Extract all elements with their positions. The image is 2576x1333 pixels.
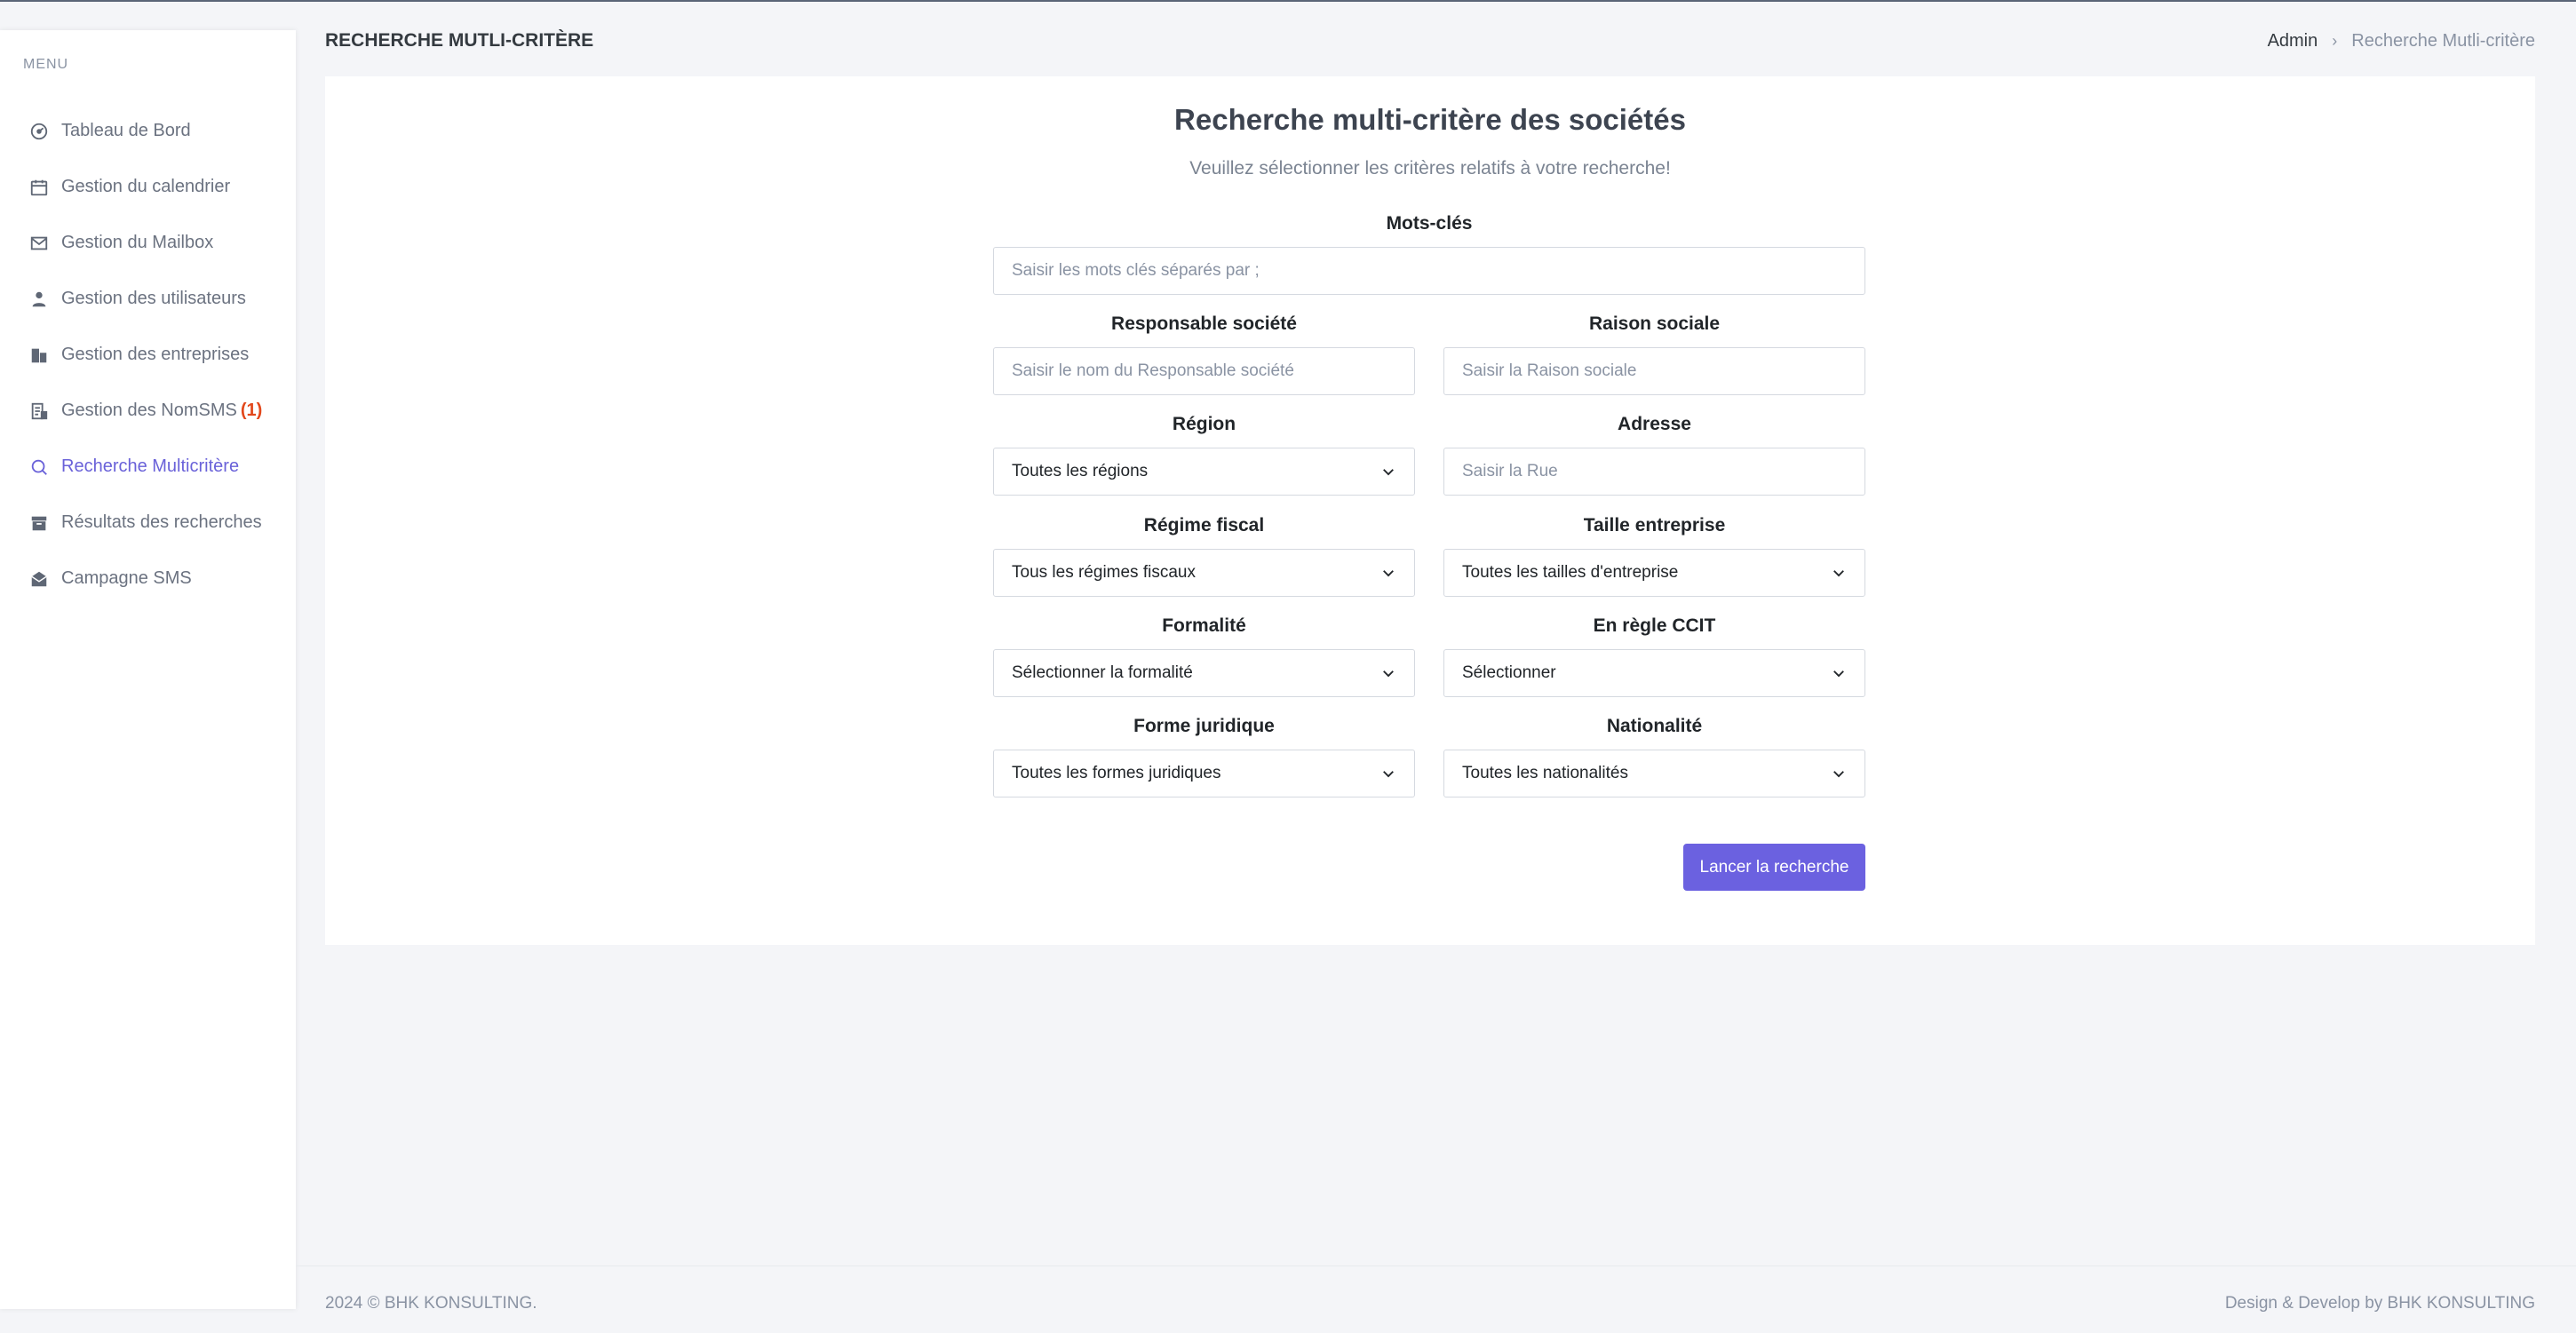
building-icon — [29, 345, 49, 365]
formalite-value: Sélectionner la formalité — [1012, 663, 1193, 682]
regime-fiscal-value: Tous les régimes fiscaux — [1012, 563, 1196, 582]
raison-sociale-label: Raison sociale — [1588, 313, 1721, 334]
sidebar-item-calendrier[interactable]: Gestion du calendrier — [0, 159, 296, 215]
sidebar-item-label: Campagne SMS — [61, 568, 192, 588]
adresse-label: Adresse — [1618, 414, 1691, 434]
dashboard-icon — [29, 122, 49, 141]
sidebar-item-mailbox[interactable]: Gestion du Mailbox — [0, 215, 296, 271]
breadcrumb-home-link[interactable]: Admin — [2268, 31, 2318, 52]
sidebar-nav: Tableau de Bord Gestion du calendrier Ge… — [0, 103, 296, 607]
keywords-label: Mots-clés — [1386, 213, 1473, 234]
footer-copyright: 2024 © BHK KONSULTING. — [325, 1294, 537, 1313]
notification-badge: (1) — [240, 401, 263, 420]
sidebar-item-label: Gestion des entreprises — [61, 345, 250, 364]
sidebar-item-label: Gestion du calendrier — [61, 177, 231, 196]
chevron-down-icon — [1383, 469, 1394, 476]
forme-juridique-value: Toutes les formes juridiques — [1012, 764, 1221, 782]
regime-fiscal-select[interactable]: Tous les régimes fiscaux — [993, 549, 1415, 597]
keywords-input[interactable]: Saisir les mots clés séparés par ; — [993, 247, 1865, 295]
responsable-label: Responsable société — [1111, 313, 1297, 334]
raison-sociale-placeholder: Saisir la Raison sociale — [1462, 361, 1637, 380]
user-icon — [29, 290, 49, 309]
region-label: Région — [1172, 414, 1236, 434]
sidebar-item-label: Gestion du Mailbox — [61, 233, 214, 252]
nationalite-value: Toutes les nationalités — [1462, 764, 1628, 782]
responsable-input[interactable]: Saisir le nom du Responsable société — [993, 347, 1415, 395]
calendar-icon — [29, 178, 49, 197]
breadcrumb: Admin › Recherche Mutli-critère — [2268, 31, 2535, 52]
archive-icon — [29, 513, 49, 533]
region-value: Toutes les régions — [1012, 462, 1149, 480]
form-title: Recherche multi-critère des sociétés — [1174, 103, 1686, 136]
sidebar: MENU Tableau de Bord Gestion du calendri… — [0, 30, 296, 1309]
sidebar-item-label: Gestion des utilisateurs — [61, 289, 246, 308]
forme-juridique-select[interactable]: Toutes les formes juridiques — [993, 750, 1415, 797]
sidebar-item-utilisateurs[interactable]: Gestion des utilisateurs — [0, 271, 296, 327]
regime-fiscal-label: Régime fiscal — [1143, 515, 1265, 536]
ccit-label: En règle CCIT — [1593, 615, 1716, 636]
keywords-placeholder: Saisir les mots clés séparés par ; — [1012, 261, 1260, 280]
chevron-right-icon: › — [2332, 32, 2338, 50]
sms-list-icon — [29, 401, 49, 421]
adresse-placeholder: Saisir la Rue — [1462, 462, 1558, 480]
sidebar-item-label: Recherche Multicritère — [61, 456, 240, 476]
open-mail-icon — [29, 569, 49, 589]
raison-sociale-input[interactable]: Saisir la Raison sociale — [1443, 347, 1865, 395]
chevron-down-icon — [1833, 670, 1844, 678]
nationalite-label: Nationalité — [1606, 716, 1703, 736]
sidebar-item-label: Gestion des NomSMS — [61, 401, 237, 420]
adresse-input[interactable]: Saisir la Rue — [1443, 448, 1865, 496]
region-select[interactable]: Toutes les régions — [993, 448, 1415, 496]
sidebar-item-tableau-de-bord[interactable]: Tableau de Bord — [0, 103, 296, 159]
top-border — [0, 0, 2576, 2]
sidebar-item-recherche-multicritere[interactable]: Recherche Multicritère — [0, 439, 296, 495]
sidebar-item-label: Résultats des recherches — [61, 512, 262, 532]
taille-value: Toutes les tailles d'entreprise — [1462, 563, 1679, 582]
chevron-down-icon — [1833, 570, 1844, 577]
chevron-down-icon — [1383, 570, 1394, 577]
formalite-select[interactable]: Sélectionner la formalité — [993, 649, 1415, 697]
chevron-down-icon — [1383, 771, 1394, 778]
sidebar-item-label: Tableau de Bord — [61, 121, 191, 140]
nationalite-select[interactable]: Toutes les nationalités — [1443, 750, 1865, 797]
search-icon — [29, 457, 49, 477]
forme-juridique-label: Forme juridique — [1133, 716, 1275, 736]
responsable-placeholder: Saisir le nom du Responsable société — [1012, 361, 1294, 380]
footer-credits: Design & Develop by BHK KONSULTING — [2224, 1294, 2535, 1313]
chevron-down-icon — [1383, 670, 1394, 678]
launch-search-button[interactable]: Lancer la recherche — [1683, 844, 1865, 891]
taille-label: Taille entreprise — [1583, 515, 1726, 536]
menu-title: MENU — [23, 57, 69, 72]
ccit-select[interactable]: Sélectionner — [1443, 649, 1865, 697]
search-card: Recherche multi-critère des sociétés Veu… — [325, 76, 2535, 945]
sidebar-item-resultats[interactable]: Résultats des recherches — [0, 495, 296, 551]
sidebar-item-campagne-sms[interactable]: Campagne SMS — [0, 551, 296, 607]
sidebar-item-nomsms[interactable]: Gestion des NomSMS (1) — [0, 383, 296, 439]
sidebar-item-entreprises[interactable]: Gestion des entreprises — [0, 327, 296, 383]
ccit-value: Sélectionner — [1462, 663, 1556, 682]
formalite-label: Formalité — [1162, 615, 1246, 636]
page-title: RECHERCHE MUTLI-CRITÈRE — [325, 30, 594, 51]
chevron-down-icon — [1833, 771, 1844, 778]
form-subtitle: Veuillez sélectionner les critères relat… — [1189, 158, 1671, 179]
mailbox-icon — [29, 234, 49, 253]
taille-select[interactable]: Toutes les tailles d'entreprise — [1443, 549, 1865, 597]
breadcrumb-current: Recherche Mutli-critère — [2351, 31, 2535, 51]
